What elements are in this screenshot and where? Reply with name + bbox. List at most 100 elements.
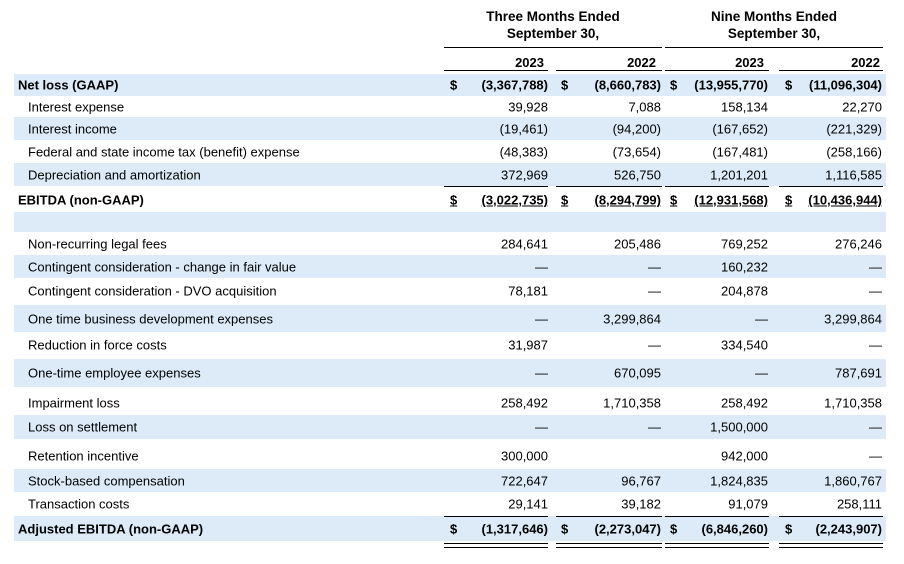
currency-symbol: $ [785,521,793,536]
value-cell: (11,096,304) [808,77,882,93]
table-row: EBITDA (non-GAAP) $ (3,022,735) $ (8,294,799… [14,188,886,212]
year-rule-2 [556,70,662,71]
value-cell: (258,166) [826,144,882,159]
value-cell: — [535,259,548,274]
value-cell: — [648,337,661,353]
ebitda-top-rule-3 [665,186,769,187]
year-col-3: 2023 [735,55,764,70]
year-col-2: 2022 [627,55,656,70]
value-cell: (2,243,907) [815,521,883,536]
year-rule-4 [779,70,883,71]
adjusted-top-rule-3 [665,516,769,517]
table-row: Interest income (19,461) (94,200) (167,652)… [14,117,886,140]
value-cell: (12,931,568) [694,192,768,208]
value-cell: 3,299,864 [603,311,661,326]
value-cell: 942,000 [721,448,768,464]
currency-symbol: $ [785,77,793,93]
currency-symbol: $ [670,192,678,208]
table-row: Transaction costs 29,141 39,182 91,079 258,1… [14,492,886,516]
value-cell: (167,481) [712,144,768,159]
value-cell: (8,294,799) [594,192,662,208]
row-label: Adjusted EBITDA (non-GAAP) [18,521,204,536]
row-label: Reduction in force costs [28,337,167,353]
ebitda-top-rule-1 [444,186,548,187]
table-row: One-time employee expenses — 670,095 — 787,6… [14,359,886,387]
adjusted-double-rule-1 [444,543,548,548]
value-cell: (1,317,646) [481,521,549,536]
header-nine-months-line2: September 30, [727,26,821,41]
value-cell: — [755,365,768,381]
row-label: One time business development expenses [28,311,273,326]
row-label: Contingent consideration - change in fai… [28,259,297,274]
value-cell: 3,299,864 [824,311,882,326]
header-rule-three-months [444,47,662,48]
value-cell: — [755,311,768,326]
value-cell: 334,540 [721,337,768,353]
currency-symbol: $ [785,192,793,208]
value-cell: 31,987 [508,337,548,353]
value-cell: — [535,311,548,326]
value-cell: 29,141 [508,496,548,512]
value-cell: 39,182 [621,496,661,512]
table-row [14,212,886,232]
table-row: Impairment loss 258,492 1,710,358 258,492 1,… [14,390,886,415]
row-label: One-time employee expenses [28,365,201,381]
adjusted-double-rule-2 [556,543,662,548]
value-cell: 39,928 [508,99,548,114]
header-three-months: Three Months Ended September 30, [444,8,662,42]
row-label: Transaction costs [28,496,130,512]
year-col-4: 2022 [851,55,880,70]
value-cell: (3,022,735) [481,192,549,208]
row-label: Federal and state income tax (benefit) e… [28,144,300,159]
table-row: Contingent consideration - DVO acquisiti… [14,278,886,303]
value-cell: — [869,419,882,435]
header-nine-months-line1: Nine Months Ended [711,9,837,24]
adjusted-double-rule-4 [779,543,883,548]
value-cell: 258,492 [721,395,768,410]
value-cell: — [648,259,661,274]
value-cell: 1,860,767 [824,473,882,488]
value-cell: 258,492 [501,395,548,410]
value-cell: — [648,419,661,435]
value-cell: 300,000 [501,448,548,464]
value-cell: (94,200) [612,121,661,136]
adjusted-top-rule-2 [556,516,662,517]
table-row: Interest expense 39,928 7,088 158,134 22,270 [14,96,886,117]
adjusted-top-rule-1 [444,516,548,517]
value-cell: 158,134 [721,99,768,114]
value-cell: 1,710,358 [824,395,882,410]
value-cell: 1,116,585 [825,167,882,182]
value-cell: 91,079 [728,496,768,512]
value-cell: 1,710,358 [603,395,661,410]
value-cell: 372,969 [501,167,548,182]
adjusted-top-rule-4 [779,516,883,517]
value-cell: 1,201,201 [710,167,768,182]
value-cell: (19,461) [499,121,548,136]
value-cell: 722,647 [501,473,548,488]
value-cell: 204,878 [721,283,768,298]
row-label: Net loss (GAAP) [18,77,119,93]
row-label: Depreciation and amortization [28,167,201,182]
table-row: One time business development expenses — 3… [14,305,886,332]
value-cell: 526,750 [614,167,661,182]
row-label: Stock-based compensation [28,473,185,488]
currency-symbol: $ [450,521,458,536]
value-cell: 160,232 [721,259,768,274]
header-three-months-line1: Three Months Ended [486,9,620,24]
table-row: Federal and state income tax (benefit) e… [14,140,886,163]
value-cell: (10,436,944) [808,192,882,208]
value-cell: — [869,337,882,353]
header-rule-nine-months [665,47,883,48]
currency-symbol: $ [450,77,458,93]
value-cell: 205,486 [614,236,661,252]
header-three-months-line2: September 30, [506,26,600,41]
value-cell: 7,088 [628,99,661,114]
currency-symbol: $ [561,192,569,208]
value-cell: — [648,283,661,298]
table-row: Retention incentive 300,000 942,000 — [14,443,886,469]
year-rule-3 [665,70,769,71]
currency-symbol: $ [450,192,458,208]
value-cell: 670,095 [614,365,661,381]
value-cell: (221,329) [826,121,882,136]
value-cell: 22,270 [842,99,882,114]
